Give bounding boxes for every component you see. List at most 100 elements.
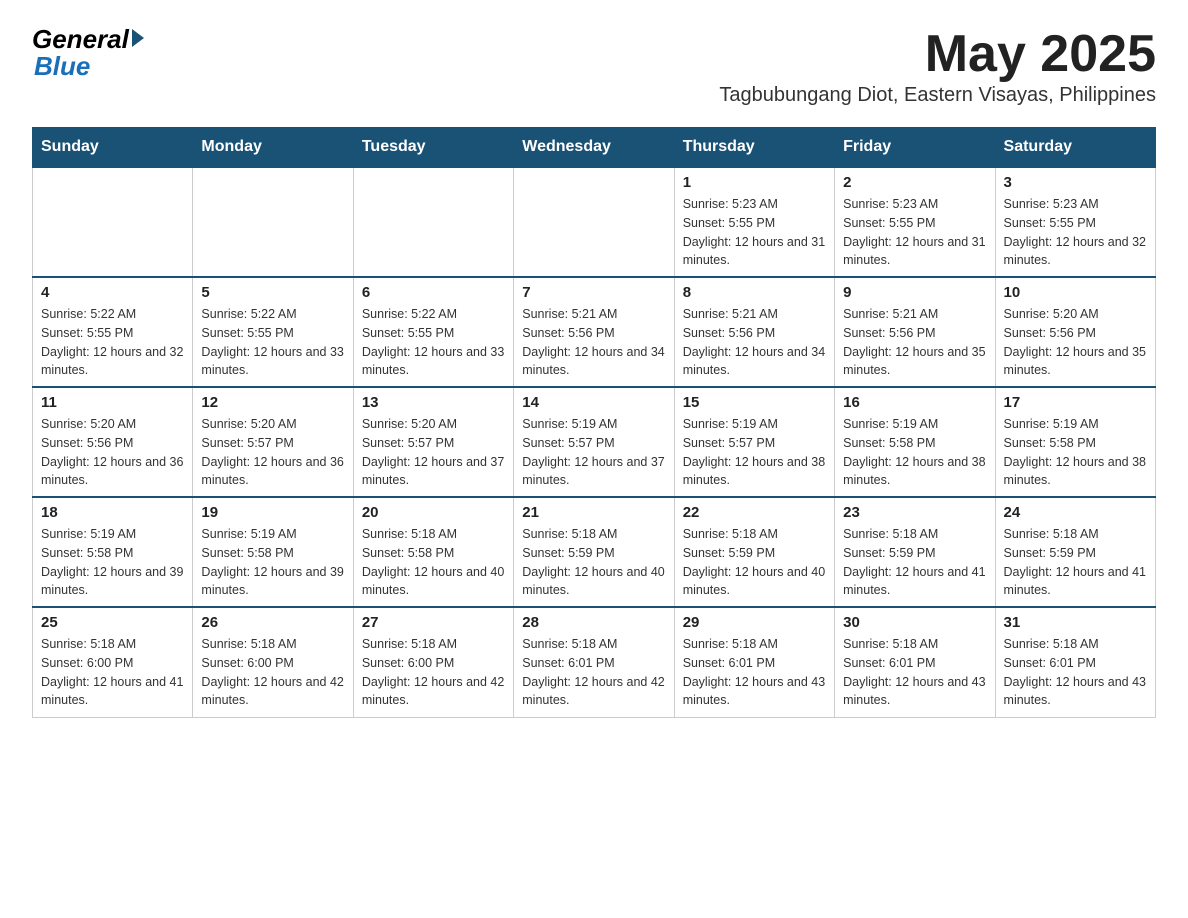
calendar-cell: 15 Sunrise: 5:19 AM Sunset: 5:57 PM Dayli…: [674, 387, 834, 497]
day-info: Sunrise: 5:23 AM Sunset: 5:55 PM Dayligh…: [683, 195, 826, 270]
day-info: Sunrise: 5:22 AM Sunset: 5:55 PM Dayligh…: [362, 305, 505, 380]
day-number: 16: [843, 394, 986, 411]
calendar-cell: 18 Sunrise: 5:19 AM Sunset: 5:58 PM Dayli…: [33, 497, 193, 607]
calendar-cell: 24 Sunrise: 5:18 AM Sunset: 5:59 PM Dayli…: [995, 497, 1155, 607]
day-info: Sunrise: 5:20 AM Sunset: 5:57 PM Dayligh…: [201, 415, 344, 490]
day-number: 9: [843, 284, 986, 301]
day-number: 18: [41, 504, 184, 521]
day-number: 26: [201, 614, 344, 631]
calendar-cell: 17Sunrise: 5:19 AM Sunset: 5:58 PM Dayli…: [995, 387, 1155, 497]
location-subtitle: Tagbubungang Diot, Eastern Visayas, Phil…: [719, 84, 1156, 107]
day-number: 10: [1004, 284, 1147, 301]
day-number: 31: [1004, 614, 1147, 631]
calendar-cell: 30 Sunrise: 5:18 AM Sunset: 6:01 PM Dayli…: [835, 607, 995, 717]
calendar-header-row: SundayMondayTuesdayWednesdayThursdayFrid…: [33, 128, 1156, 168]
calendar-cell: 3 Sunrise: 5:23 AM Sunset: 5:55 PM Daylig…: [995, 167, 1155, 277]
calendar-week-row-2: 4 Sunrise: 5:22 AM Sunset: 5:55 PM Daylig…: [33, 277, 1156, 387]
day-info: Sunrise: 5:18 AM Sunset: 6:01 PM Dayligh…: [683, 635, 826, 710]
calendar-cell: 8 Sunrise: 5:21 AM Sunset: 5:56 PM Daylig…: [674, 277, 834, 387]
day-info: Sunrise: 5:19 AM Sunset: 5:58 PM Dayligh…: [41, 525, 184, 600]
calendar-cell: 22 Sunrise: 5:18 AM Sunset: 5:59 PM Dayli…: [674, 497, 834, 607]
day-number: 30: [843, 614, 986, 631]
day-number: 3: [1004, 174, 1147, 191]
calendar-table: SundayMondayTuesdayWednesdayThursdayFrid…: [32, 127, 1156, 718]
day-info: Sunrise: 5:18 AM Sunset: 5:58 PM Dayligh…: [362, 525, 505, 600]
calendar-header-friday: Friday: [835, 128, 995, 168]
day-number: 17: [1004, 394, 1147, 411]
calendar-header-saturday: Saturday: [995, 128, 1155, 168]
calendar-cell: [514, 167, 674, 277]
day-info: Sunrise: 5:18 AM Sunset: 6:01 PM Dayligh…: [843, 635, 986, 710]
day-info: Sunrise: 5:22 AM Sunset: 5:55 PM Dayligh…: [201, 305, 344, 380]
day-info: Sunrise: 5:20 AM Sunset: 5:56 PM Dayligh…: [41, 415, 184, 490]
day-info: Sunrise: 5:19 AM Sunset: 5:58 PM Dayligh…: [201, 525, 344, 600]
month-title: May 2025: [719, 24, 1156, 84]
day-number: 8: [683, 284, 826, 301]
calendar-cell: 11Sunrise: 5:20 AM Sunset: 5:56 PM Dayli…: [33, 387, 193, 497]
day-info: Sunrise: 5:21 AM Sunset: 5:56 PM Dayligh…: [843, 305, 986, 380]
day-number: 2: [843, 174, 986, 191]
calendar-cell: 10 Sunrise: 5:20 AM Sunset: 5:56 PM Dayli…: [995, 277, 1155, 387]
calendar-cell: 14 Sunrise: 5:19 AM Sunset: 5:57 PM Dayli…: [514, 387, 674, 497]
day-info: Sunrise: 5:18 AM Sunset: 5:59 PM Dayligh…: [843, 525, 986, 600]
calendar-week-row-3: 11Sunrise: 5:20 AM Sunset: 5:56 PM Dayli…: [33, 387, 1156, 497]
calendar-cell: 28Sunrise: 5:18 AM Sunset: 6:01 PM Dayli…: [514, 607, 674, 717]
day-info: Sunrise: 5:20 AM Sunset: 5:56 PM Dayligh…: [1004, 305, 1147, 380]
page-header: General Blue May 2025 Tagbubungang Diot,…: [32, 24, 1156, 119]
day-info: Sunrise: 5:22 AM Sunset: 5:55 PM Dayligh…: [41, 305, 184, 380]
day-number: 27: [362, 614, 505, 631]
day-number: 21: [522, 504, 665, 521]
day-info: Sunrise: 5:19 AM Sunset: 5:57 PM Dayligh…: [683, 415, 826, 490]
calendar-cell: 29Sunrise: 5:18 AM Sunset: 6:01 PM Dayli…: [674, 607, 834, 717]
day-info: Sunrise: 5:18 AM Sunset: 6:00 PM Dayligh…: [362, 635, 505, 710]
calendar-cell: 4 Sunrise: 5:22 AM Sunset: 5:55 PM Daylig…: [33, 277, 193, 387]
day-number: 22: [683, 504, 826, 521]
logo: General Blue: [32, 24, 144, 82]
day-info: Sunrise: 5:18 AM Sunset: 6:00 PM Dayligh…: [201, 635, 344, 710]
day-number: 25: [41, 614, 184, 631]
day-info: Sunrise: 5:23 AM Sunset: 5:55 PM Dayligh…: [1004, 195, 1147, 270]
calendar-cell: 7Sunrise: 5:21 AM Sunset: 5:56 PM Daylig…: [514, 277, 674, 387]
day-info: Sunrise: 5:20 AM Sunset: 5:57 PM Dayligh…: [362, 415, 505, 490]
day-number: 23: [843, 504, 986, 521]
calendar-week-row-5: 25 Sunrise: 5:18 AM Sunset: 6:00 PM Dayli…: [33, 607, 1156, 717]
day-info: Sunrise: 5:23 AM Sunset: 5:55 PM Dayligh…: [843, 195, 986, 270]
calendar-cell: 31 Sunrise: 5:18 AM Sunset: 6:01 PM Dayli…: [995, 607, 1155, 717]
calendar-header-monday: Monday: [193, 128, 353, 168]
day-number: 12: [201, 394, 344, 411]
day-info: Sunrise: 5:18 AM Sunset: 6:01 PM Dayligh…: [1004, 635, 1147, 710]
calendar-cell: 20Sunrise: 5:18 AM Sunset: 5:58 PM Dayli…: [353, 497, 513, 607]
day-number: 15: [683, 394, 826, 411]
calendar-cell: 21 Sunrise: 5:18 AM Sunset: 5:59 PM Dayli…: [514, 497, 674, 607]
day-info: Sunrise: 5:19 AM Sunset: 5:58 PM Dayligh…: [843, 415, 986, 490]
calendar-header-thursday: Thursday: [674, 128, 834, 168]
calendar-header-wednesday: Wednesday: [514, 128, 674, 168]
day-info: Sunrise: 5:18 AM Sunset: 5:59 PM Dayligh…: [683, 525, 826, 600]
day-number: 13: [362, 394, 505, 411]
calendar-cell: 2 Sunrise: 5:23 AM Sunset: 5:55 PM Daylig…: [835, 167, 995, 277]
logo-blue-text: Blue: [34, 51, 90, 82]
day-info: Sunrise: 5:19 AM Sunset: 5:57 PM Dayligh…: [522, 415, 665, 490]
calendar-cell: 9 Sunrise: 5:21 AM Sunset: 5:56 PM Daylig…: [835, 277, 995, 387]
calendar-cell: 6 Sunrise: 5:22 AM Sunset: 5:55 PM Daylig…: [353, 277, 513, 387]
calendar-cell: [193, 167, 353, 277]
calendar-cell: 23 Sunrise: 5:18 AM Sunset: 5:59 PM Dayli…: [835, 497, 995, 607]
day-number: 4: [41, 284, 184, 301]
calendar-cell: 27 Sunrise: 5:18 AM Sunset: 6:00 PM Dayli…: [353, 607, 513, 717]
calendar-cell: [33, 167, 193, 277]
day-number: 19: [201, 504, 344, 521]
day-number: 7: [522, 284, 665, 301]
day-number: 24: [1004, 504, 1147, 521]
day-info: Sunrise: 5:18 AM Sunset: 6:00 PM Dayligh…: [41, 635, 184, 710]
calendar-cell: 1Sunrise: 5:23 AM Sunset: 5:55 PM Daylig…: [674, 167, 834, 277]
day-number: 6: [362, 284, 505, 301]
day-number: 28: [522, 614, 665, 631]
day-number: 14: [522, 394, 665, 411]
day-info: Sunrise: 5:18 AM Sunset: 5:59 PM Dayligh…: [1004, 525, 1147, 600]
title-block: May 2025 Tagbubungang Diot, Eastern Visa…: [719, 24, 1156, 119]
calendar-cell: 5Sunrise: 5:22 AM Sunset: 5:55 PM Daylig…: [193, 277, 353, 387]
day-info: Sunrise: 5:18 AM Sunset: 5:59 PM Dayligh…: [522, 525, 665, 600]
day-info: Sunrise: 5:21 AM Sunset: 5:56 PM Dayligh…: [683, 305, 826, 380]
calendar-week-row-4: 18 Sunrise: 5:19 AM Sunset: 5:58 PM Dayli…: [33, 497, 1156, 607]
calendar-cell: 16 Sunrise: 5:19 AM Sunset: 5:58 PM Dayli…: [835, 387, 995, 497]
